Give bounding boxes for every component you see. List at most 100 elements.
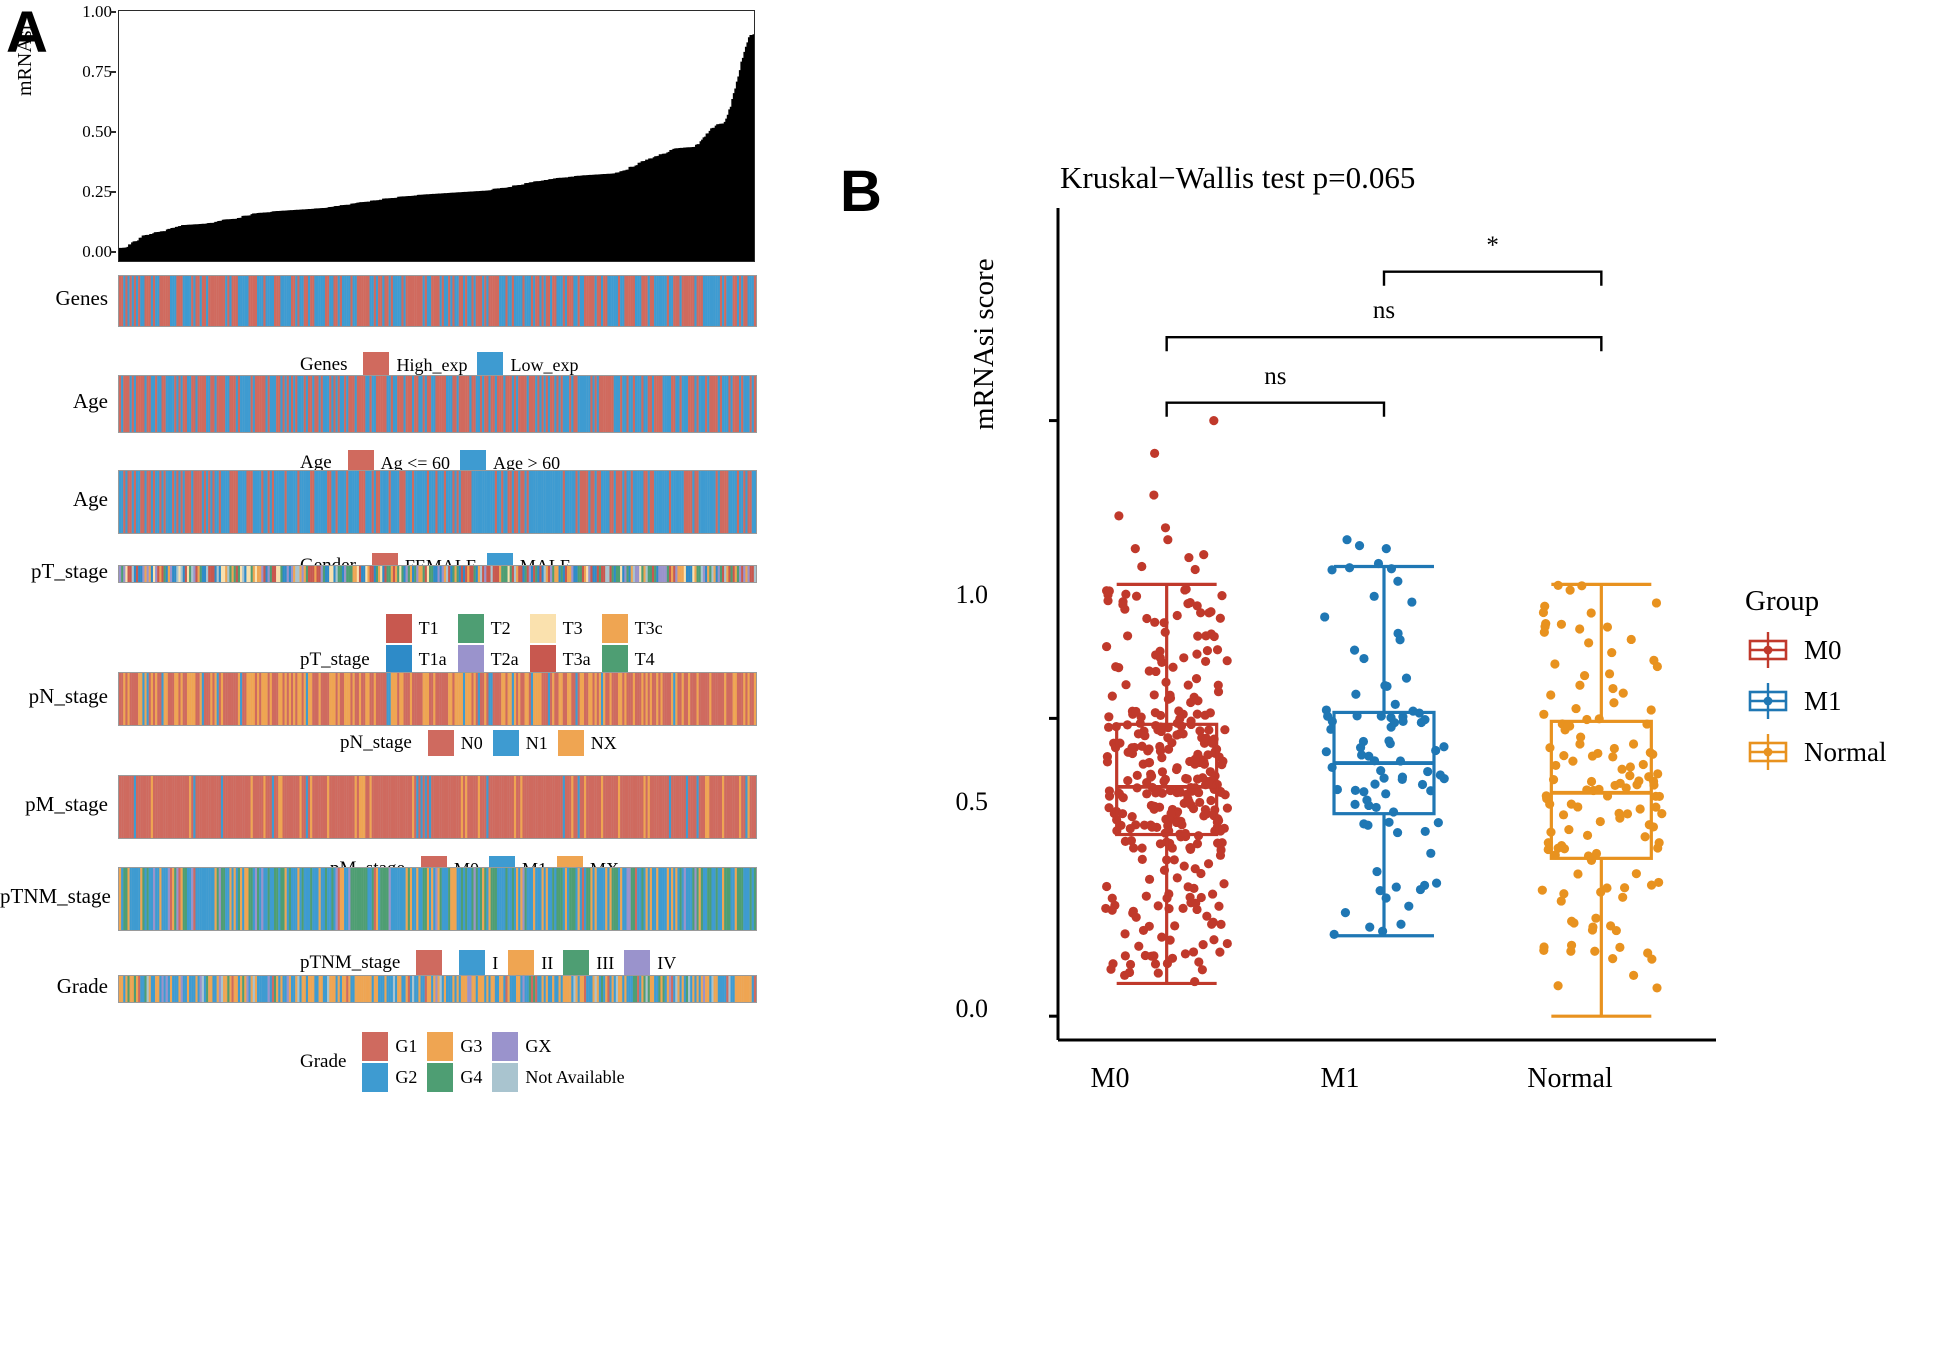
legend-swatch-icon xyxy=(601,614,628,643)
legend-label: T1 xyxy=(418,618,439,638)
legend-item: N1 xyxy=(492,730,548,756)
legend-label: T3a xyxy=(562,649,591,669)
boxplot-group-m1 xyxy=(1320,535,1449,939)
legend-swatch-icon xyxy=(362,1032,389,1061)
legend-item: T4 xyxy=(601,645,663,674)
boxplot-svg xyxy=(1049,208,1716,1042)
legend-label: T4 xyxy=(634,649,655,669)
legend-label: N1 xyxy=(525,732,548,753)
group-legend-item-m0[interactable]: M0 xyxy=(1745,630,1886,670)
group-legend-label: M1 xyxy=(1804,685,1842,716)
panel-a-y-ticks: 1.00 0.75 0.50 0.25 0.00 xyxy=(48,0,112,262)
legend-item: II xyxy=(508,950,553,976)
legend-title-grade: Grade xyxy=(300,1051,347,1072)
legend-label: III xyxy=(596,952,615,973)
y-tick-3: 0.50 xyxy=(82,122,112,141)
legend-item: T2 xyxy=(457,614,520,643)
legend-ptnm_stage: pTNM_stage I II III IV xyxy=(300,950,676,976)
panel-b-y-axis-label: mRNAsi score xyxy=(968,258,1000,430)
legend-item: NX xyxy=(557,730,617,756)
legend-item xyxy=(416,950,449,976)
legend-label: I xyxy=(492,952,499,973)
boxplot-group-m0 xyxy=(1101,415,1232,987)
significance-label-m1-normal: * xyxy=(1486,231,1499,259)
legend-label: Not Available xyxy=(525,1067,625,1087)
legend-swatch-icon xyxy=(508,950,535,976)
legend-swatch-icon xyxy=(427,1063,454,1092)
track-strip-pt_stage xyxy=(118,565,757,583)
y-tick-mark-1 xyxy=(110,11,116,13)
legend-label: T2 xyxy=(490,618,511,638)
track-strip-gender xyxy=(118,470,757,534)
panel-b-y-tick-1: 1.0 xyxy=(955,580,989,609)
legend-swatch-icon xyxy=(563,950,590,976)
legend-item: G2 xyxy=(362,1063,417,1092)
group-legend-label: Normal xyxy=(1804,736,1887,767)
track-label-pm_stage: pM_stage xyxy=(25,792,108,816)
y-tick-5: 0.00 xyxy=(82,242,112,261)
track-strip-grade xyxy=(118,975,757,1003)
legend-label: G1 xyxy=(395,1036,418,1056)
y-tick-4: 0.25 xyxy=(82,182,112,201)
legend-item: T3c xyxy=(601,614,663,643)
legend-item: G1 xyxy=(362,1032,417,1061)
legend-item: G3 xyxy=(427,1032,482,1061)
legend-label: NX xyxy=(590,732,617,753)
legend-title-pt_stage: pT_stage xyxy=(300,648,370,670)
legend-swatch-icon xyxy=(529,614,556,643)
legend-swatch-icon xyxy=(529,645,556,674)
panel-a-y-axis-label: mRNAsi xyxy=(14,24,36,96)
legend-swatch-icon xyxy=(362,1063,389,1092)
legend-item: IV xyxy=(624,950,676,976)
legend-item: III xyxy=(563,950,614,976)
legend-label: T3c xyxy=(634,618,663,638)
legend-label: G2 xyxy=(395,1067,418,1087)
group-legend-item-m1[interactable]: M1 xyxy=(1745,681,1886,721)
track-label-ptnm_stage: pTNM_stage xyxy=(0,884,111,908)
legend-items-ptnm_stage: I II III IV xyxy=(416,950,676,976)
significance-bracket xyxy=(1382,270,1603,286)
group-legend-label: M0 xyxy=(1804,634,1842,665)
boxplot-glyph-icon xyxy=(1748,632,1788,668)
track-label-pt_stage: pT_stage xyxy=(31,559,108,583)
legend-swatch-icon xyxy=(624,950,651,976)
legend-item: N0 xyxy=(427,730,483,756)
legend-item: T1a xyxy=(385,645,448,674)
legend-title-ptnm_stage: pTNM_stage xyxy=(300,952,401,973)
track-label-pn_stage: pN_stage xyxy=(28,684,108,708)
legend-item: G4 xyxy=(427,1063,482,1092)
significance-bracket xyxy=(1165,336,1603,352)
boxplot-glyph-icon xyxy=(1748,734,1788,770)
bar-chart-svg xyxy=(119,34,754,261)
legend-swatch-icon xyxy=(457,614,484,643)
panel-b-x-tick-normal: Normal xyxy=(1527,1063,1613,1094)
legend-swatch-icon xyxy=(557,730,584,756)
group-legend: Group M0 M1 Normal xyxy=(1745,585,1886,783)
legend-item: T1 xyxy=(385,614,448,643)
panel-b-title: Kruskal−Wallis test p=0.065 xyxy=(1060,160,1416,195)
legend-label: High_exp xyxy=(396,354,468,375)
legend-label: Low_exp xyxy=(510,354,579,375)
legend-swatch-icon xyxy=(416,950,443,976)
track-strip-pn_stage xyxy=(118,672,757,726)
panel-b-y-tick-3: 0.0 xyxy=(955,994,989,1023)
legend-title-pn_stage: pN_stage xyxy=(340,732,412,753)
legend-grade: Grade G1 G2 G3 G4 GX Not Available xyxy=(300,1032,625,1092)
legend-swatch-icon xyxy=(457,645,484,674)
panel-b-letter: B xyxy=(840,159,882,224)
legend-swatch-icon xyxy=(427,730,454,756)
legend-item: T3 xyxy=(529,614,592,643)
legend-swatch-icon xyxy=(385,614,412,643)
significance-bracket xyxy=(1165,401,1386,417)
legend-item: T2a xyxy=(457,645,520,674)
legend-item: GX xyxy=(492,1032,624,1061)
legend-item: I xyxy=(459,950,498,976)
legend-label: T1a xyxy=(418,649,447,669)
legend-swatch-icon xyxy=(492,1063,519,1092)
group-legend-item-normal[interactable]: Normal xyxy=(1745,732,1886,772)
track-label-genes: Genes xyxy=(55,286,108,310)
track-strip-pm_stage xyxy=(118,775,757,839)
legend-swatch-icon xyxy=(459,950,486,976)
legend-item: Not Available xyxy=(492,1063,625,1092)
legend-label: T2a xyxy=(490,649,519,669)
